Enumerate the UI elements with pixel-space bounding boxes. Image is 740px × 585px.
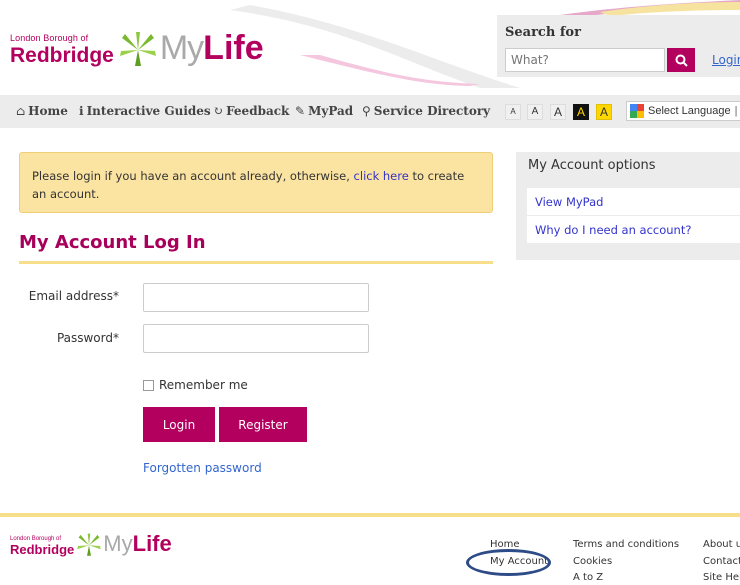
search-label: Search for — [505, 25, 581, 40]
password-field[interactable] — [143, 324, 369, 353]
logo-life-text: Life — [203, 29, 264, 67]
home-icon: ⌂ — [16, 104, 26, 118]
register-button[interactable]: Register — [219, 407, 307, 442]
language-select[interactable]: Select Language | ▼ — [626, 101, 740, 121]
logo-small-text: London Borough of — [10, 33, 89, 43]
logo-redbridge-text: Redbridge — [10, 44, 114, 67]
dropdown-arrow-icon: | ▼ — [734, 105, 740, 117]
footer-link-about-us[interactable]: About us — [703, 539, 740, 550]
footer-link-a-to-z[interactable]: A to Z — [573, 572, 603, 583]
nav-feedback[interactable]: ↻ Feedback — [213, 104, 289, 118]
create-account-link[interactable]: click here — [354, 169, 409, 183]
footer-logo[interactable]: London Borough of Redbridge My Life — [10, 531, 172, 557]
font-size-small-button[interactable]: A — [527, 104, 543, 120]
remember-me-checkbox[interactable] — [143, 380, 154, 391]
footer-link-cookies[interactable]: Cookies — [573, 556, 612, 567]
font-size-contrast-dark-button[interactable]: A — [573, 104, 589, 120]
footer-logo-life-text: Life — [132, 531, 172, 556]
font-size-xsmall-button[interactable]: A — [505, 104, 521, 120]
footer-link-contact[interactable]: Contact — [703, 556, 740, 567]
title-divider — [19, 261, 493, 264]
password-label: Password* — [56, 331, 119, 345]
search-icon — [675, 54, 688, 67]
nav-mypad-label: MyPad — [308, 104, 354, 118]
nav-mypad[interactable]: ✎ MyPad — [295, 104, 353, 118]
font-size-contrast-yellow-button[interactable]: A — [596, 104, 612, 120]
footer-link-terms[interactable]: Terms and conditions — [573, 539, 679, 550]
nav-service-directory[interactable]: ⚲ Service Directory — [362, 104, 490, 118]
map-marker-icon: ⚲ — [362, 104, 371, 118]
alert-text-before: Please login if you have an account alre… — [32, 169, 354, 183]
site-header: London Borough of Redbridge My Life Sear… — [0, 0, 740, 95]
email-label: Email address* — [28, 289, 119, 303]
nav-home[interactable]: ⌂ Home — [16, 104, 68, 118]
font-size-medium-button[interactable]: A — [550, 104, 566, 120]
forgotten-password-link[interactable]: Forgotten password — [143, 461, 262, 475]
account-options-heading: My Account options — [528, 158, 656, 173]
edit-icon: ✎ — [295, 104, 306, 118]
nav-interactive-guides-label: Interactive Guides — [86, 104, 211, 118]
nav-feedback-label: Feedback — [226, 104, 290, 118]
search-button[interactable] — [667, 48, 695, 72]
site-logo[interactable]: London Borough of Redbridge My Life — [10, 28, 264, 68]
google-translate-icon — [630, 104, 644, 118]
page-title: My Account Log In — [19, 232, 206, 253]
search-input[interactable] — [505, 48, 665, 72]
remember-me-label: Remember me — [159, 378, 248, 392]
footer-chestnut-leaf-icon — [77, 533, 101, 556]
sidebar-item-view-mypad[interactable]: View MyPad — [527, 188, 740, 215]
language-select-label: Select Language — [648, 105, 731, 117]
chestnut-leaf-icon — [119, 32, 156, 66]
account-options-panel: My Account options View MyPad Why do I n… — [516, 152, 740, 260]
footer-link-site-help[interactable]: Site Help — [703, 572, 740, 583]
search-panel: Search for Login — [497, 15, 740, 77]
email-field[interactable] — [143, 283, 369, 312]
refresh-icon: ↻ — [213, 104, 224, 118]
footer-link-home[interactable]: Home — [490, 539, 520, 550]
login-button[interactable]: Login — [143, 407, 215, 442]
login-link[interactable]: Login — [712, 53, 740, 67]
logo-my-text: My — [159, 29, 204, 67]
footer-divider — [0, 513, 740, 517]
footer-link-my-account[interactable]: My Account — [490, 556, 548, 567]
footer-logo-my-text: My — [103, 531, 133, 556]
sidebar-item-why-account[interactable]: Why do I need an account? — [527, 216, 740, 243]
login-alert: Please login if you have an account alre… — [19, 152, 493, 213]
footer-logo-redbridge-text: Redbridge — [10, 542, 75, 557]
nav-interactive-guides[interactable]: ℹ Interactive Guides — [79, 104, 211, 118]
nav-service-directory-label: Service Directory — [373, 104, 491, 118]
info-icon: ℹ — [79, 104, 84, 118]
nav-home-label: Home — [28, 104, 68, 118]
